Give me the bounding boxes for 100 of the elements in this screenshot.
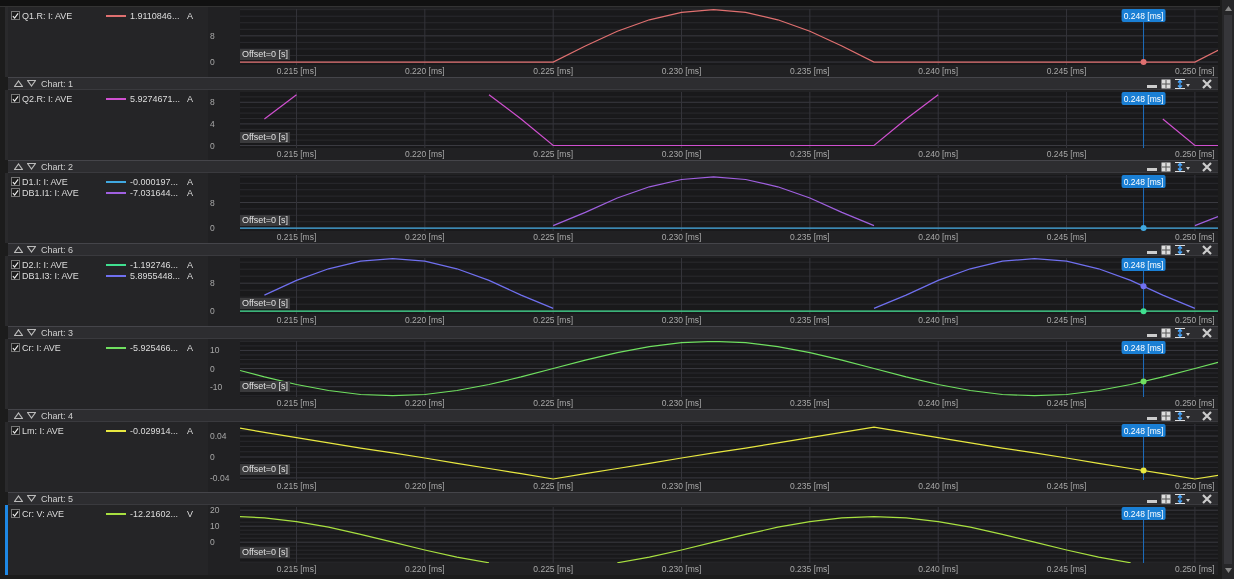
y-axis-label: 0: [210, 537, 215, 548]
offset-label: Offset=0 [s]: [240, 132, 291, 143]
signal-unit: A: [187, 93, 193, 104]
x-axis-label: 0.220 [ms]: [405, 66, 445, 76]
y-axis-label: 0: [210, 363, 215, 374]
signal-value: 5.8955448...: [130, 270, 182, 281]
signal-name: Q1.R: I: AVE: [22, 10, 74, 21]
chart-title: Chart: 1: [41, 78, 73, 89]
x-axis-label: 0.230 [ms]: [661, 232, 702, 242]
y-axis-label: -10: [210, 381, 223, 392]
signal-value: -5.925466...: [130, 342, 180, 353]
x-axis-label: 0.225 [ms]: [533, 398, 573, 408]
signal-unit: A: [187, 425, 193, 436]
y-axis-label: 8: [210, 197, 215, 208]
signal-value: -1.192746...: [130, 259, 180, 270]
x-axis-label: 0.250 [ms]: [1175, 564, 1215, 574]
y-axis-label: 8: [210, 97, 215, 108]
x-axis-label: 0.215 [ms]: [276, 315, 317, 325]
signal-unit: A: [187, 259, 193, 270]
y-axis-label: 0: [210, 140, 215, 151]
x-axis-label: 0.220 [ms]: [405, 315, 445, 325]
x-axis-label: 0.245 [ms]: [1046, 481, 1087, 491]
signal-name: DB1.I1: I: AVE: [22, 187, 80, 198]
signal-value: -7.031644...: [130, 187, 180, 198]
y-axis-label: 0: [210, 306, 215, 317]
x-axis-label: 0.235 [ms]: [790, 66, 830, 76]
y-axis-label: 20: [210, 505, 220, 516]
y-axis-label: -0.04: [210, 472, 230, 483]
signal-value: -0.029914...: [130, 425, 180, 436]
x-axis-label: 0.215 [ms]: [276, 232, 317, 242]
x-axis-label: 0.245 [ms]: [1046, 398, 1087, 408]
x-axis-label: 0.235 [ms]: [790, 315, 830, 325]
x-axis-label: 0.215 [ms]: [276, 398, 317, 408]
x-axis-label: 0.245 [ms]: [1046, 315, 1087, 325]
x-axis-label: 0.230 [ms]: [661, 315, 702, 325]
x-axis-label: 0.240 [ms]: [918, 564, 959, 574]
signal-unit: A: [187, 10, 193, 21]
x-axis-label: 0.235 [ms]: [790, 149, 830, 159]
x-axis-label: 0.215 [ms]: [276, 149, 317, 159]
x-axis-label: 0.240 [ms]: [918, 398, 959, 408]
signal-unit: A: [187, 342, 193, 353]
x-axis-label: 0.230 [ms]: [661, 564, 702, 574]
signal-name: DB1.I3: I: AVE: [22, 270, 80, 281]
y-axis-label: 8: [210, 30, 215, 41]
x-axis-label: 0.225 [ms]: [533, 66, 573, 76]
offset-label: Offset=0 [s]: [240, 215, 291, 226]
x-axis-label: 0.245 [ms]: [1046, 564, 1087, 574]
x-axis-label: 0.245 [ms]: [1046, 232, 1087, 242]
offset-label: Offset=0 [s]: [240, 381, 291, 392]
x-axis-label: 0.245 [ms]: [1046, 149, 1087, 159]
y-axis-label: 0: [210, 57, 215, 68]
y-axis-label: 8: [210, 278, 215, 289]
x-axis-label: 0.220 [ms]: [405, 149, 445, 159]
chart-title: Chart: 2: [41, 161, 73, 172]
x-axis-label: 0.240 [ms]: [918, 66, 959, 76]
x-axis-label: 0.230 [ms]: [661, 481, 702, 491]
signal-name: Lm: I: AVE: [22, 425, 65, 436]
x-axis-label: 0.225 [ms]: [533, 481, 573, 491]
x-axis-label: 0.250 [ms]: [1175, 149, 1215, 159]
y-axis-label: 10: [210, 345, 220, 356]
y-axis-label: 0: [210, 223, 215, 234]
chart-title: Chart: 4: [41, 410, 73, 421]
signal-name: D1.I: I: AVE: [22, 176, 69, 187]
x-axis-label: 0.240 [ms]: [918, 232, 959, 242]
x-axis-label: 0.220 [ms]: [405, 398, 445, 408]
y-axis-label: 10: [210, 521, 220, 532]
signal-unit: V: [187, 508, 193, 519]
y-axis-label: 4: [210, 118, 215, 129]
x-axis-label: 0.220 [ms]: [405, 481, 445, 491]
x-axis-label: 0.215 [ms]: [276, 66, 317, 76]
x-axis-label: 0.230 [ms]: [661, 398, 702, 408]
offset-label: Offset=0 [s]: [240, 464, 291, 475]
x-axis-label: 0.235 [ms]: [790, 481, 830, 491]
x-axis-label: 0.240 [ms]: [918, 315, 959, 325]
y-axis-label: 0: [210, 451, 215, 462]
chart-title: Chart: 6: [41, 244, 73, 255]
x-axis-label: 0.220 [ms]: [405, 232, 445, 242]
chart-title: Chart: 5: [41, 493, 73, 504]
x-axis-label: 0.250 [ms]: [1175, 66, 1215, 76]
x-axis-label: 0.220 [ms]: [405, 564, 445, 574]
x-axis-label: 0.245 [ms]: [1046, 66, 1087, 76]
offset-label: Offset=0 [s]: [240, 49, 291, 60]
offset-label: Offset=0 [s]: [240, 298, 291, 309]
x-axis-label: 0.235 [ms]: [790, 232, 830, 242]
chart-title: Chart: 3: [41, 327, 73, 338]
signal-value: -0.000197...: [130, 176, 180, 187]
signal-value: 5.9274671...: [130, 93, 182, 104]
x-axis-label: 0.250 [ms]: [1175, 481, 1215, 491]
x-axis-label: 0.225 [ms]: [533, 232, 573, 242]
x-axis-label: 0.225 [ms]: [533, 315, 573, 325]
x-axis-label: 0.240 [ms]: [918, 481, 959, 491]
x-axis-label: 0.230 [ms]: [661, 66, 702, 76]
signal-unit: A: [187, 176, 193, 187]
signal-unit: A: [187, 187, 193, 198]
signal-name: Q2.R: I: AVE: [22, 93, 74, 104]
x-axis-label: 0.225 [ms]: [533, 149, 573, 159]
y-axis-label: 0.04: [210, 431, 227, 442]
signal-value: -12.21602...: [130, 508, 180, 519]
x-axis-label: 0.230 [ms]: [661, 149, 702, 159]
signal-name: D2.I: I: AVE: [22, 259, 69, 270]
